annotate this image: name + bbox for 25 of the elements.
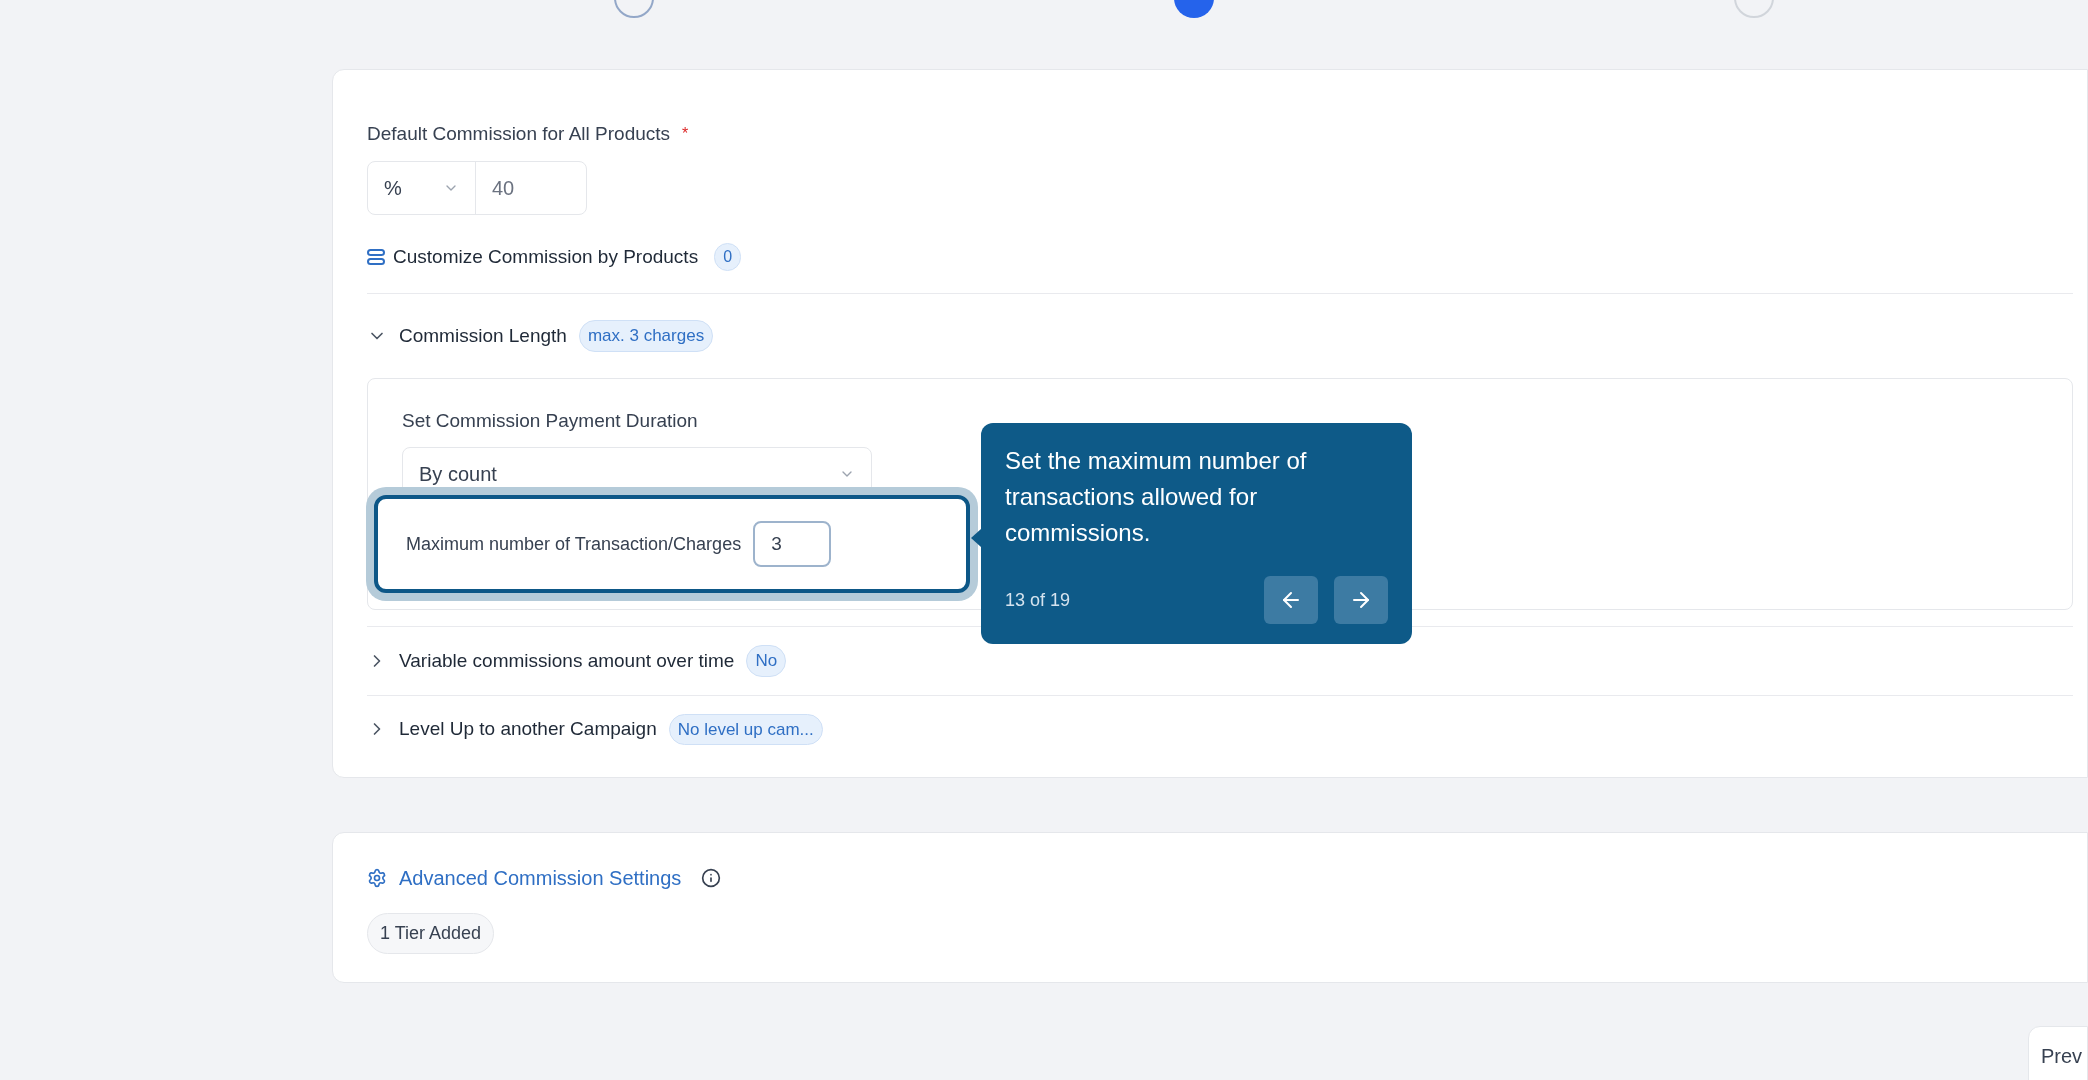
field-label: Maximum number of Transaction/Charges [406,532,742,556]
section-toggle[interactable]: Level Up to another Campaign [367,715,657,744]
status-badge: max. 3 charges [578,320,714,352]
max-charges-input[interactable]: 3 [753,521,832,567]
info-icon [701,868,722,888]
customize-link[interactable]: Customize Commission by Products [393,242,699,271]
advanced-settings-link[interactable]: Advanced Commission Settings [399,863,682,893]
tooltip-text: Set the maximum number of transactions allowed for commissions. [1005,446,1308,548]
field-label: Set Commission Payment Duration [402,408,699,433]
section-toggle[interactable]: Variable commissions amount over time [367,646,735,675]
status-badge: No [746,645,787,677]
previous-button[interactable] [1264,576,1318,624]
unit-select[interactable]: % [368,161,476,214]
toggles-icon [367,247,385,266]
step-counter: 13 of 19 [1005,588,1071,612]
next-button[interactable] [1334,576,1388,624]
field-label: Default Commission for All Products [367,122,671,146]
status-badge: No level up cam... [668,713,823,745]
required-mark: * [682,124,689,145]
section-toggle[interactable]: Commission Length [367,321,567,350]
count-badge: 0 [714,242,742,271]
tier-tag: 1 Tier Added [367,913,495,954]
settings-icon [367,868,387,888]
prev-button[interactable]: Prev [2028,1026,2088,1080]
commission-field[interactable]: % 40 [367,160,587,215]
